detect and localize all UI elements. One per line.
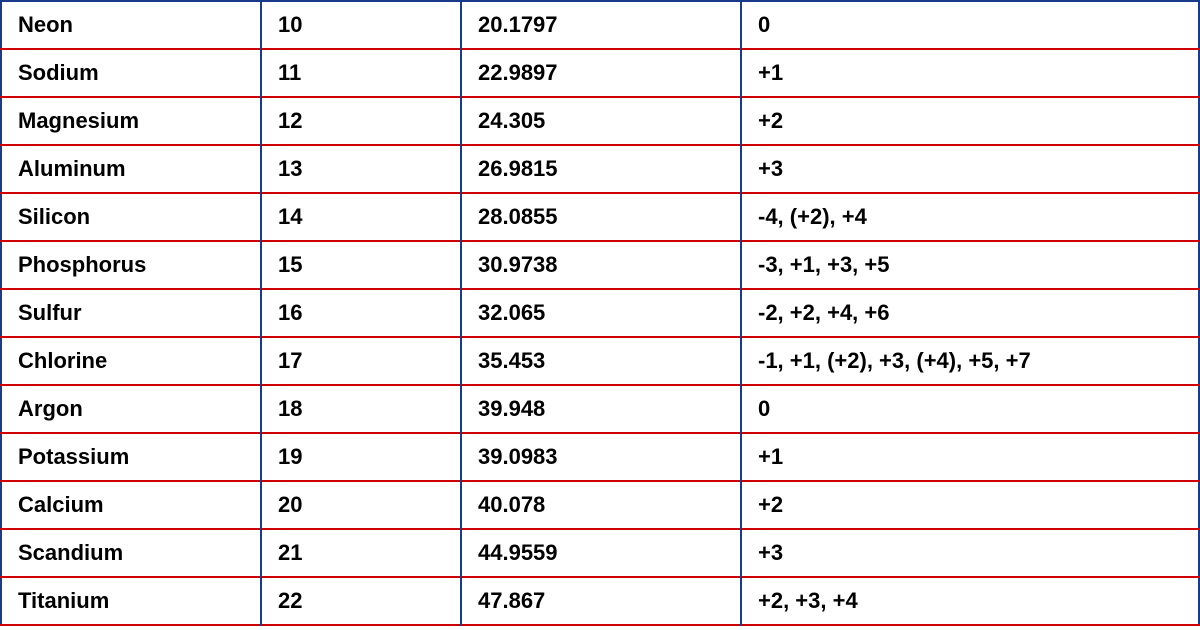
cell-name: Sodium (1, 49, 261, 97)
cell-number: 18 (261, 385, 461, 433)
periodic-table-container: Neon1020.17970Sodium1122.9897+1Magnesium… (0, 0, 1200, 630)
table-row: Sodium1122.9897+1 (1, 49, 1199, 97)
cell-number: 14 (261, 193, 461, 241)
cell-oxidation: +2, +3, +4 (741, 577, 1199, 625)
cell-number: 21 (261, 529, 461, 577)
cell-oxidation: 0 (741, 385, 1199, 433)
cell-number: 19 (261, 433, 461, 481)
elements-table: Neon1020.17970Sodium1122.9897+1Magnesium… (0, 0, 1200, 626)
cell-weight: 35.453 (461, 337, 741, 385)
cell-weight: 40.078 (461, 481, 741, 529)
cell-oxidation: +3 (741, 145, 1199, 193)
cell-oxidation: +2 (741, 481, 1199, 529)
cell-oxidation: -2, +2, +4, +6 (741, 289, 1199, 337)
cell-name: Magnesium (1, 97, 261, 145)
cell-name: Calcium (1, 481, 261, 529)
cell-oxidation: -1, +1, (+2), +3, (+4), +5, +7 (741, 337, 1199, 385)
cell-name: Scandium (1, 529, 261, 577)
cell-weight: 44.9559 (461, 529, 741, 577)
cell-number: 20 (261, 481, 461, 529)
cell-number: 16 (261, 289, 461, 337)
cell-name: Chlorine (1, 337, 261, 385)
table-row: Calcium2040.078+2 (1, 481, 1199, 529)
cell-oxidation: +1 (741, 49, 1199, 97)
cell-number: 13 (261, 145, 461, 193)
table-row: Potassium1939.0983+1 (1, 433, 1199, 481)
table-row: Silicon1428.0855-4, (+2), +4 (1, 193, 1199, 241)
cell-weight: 24.305 (461, 97, 741, 145)
cell-number: 22 (261, 577, 461, 625)
cell-weight: 28.0855 (461, 193, 741, 241)
cell-number: 15 (261, 241, 461, 289)
cell-name: Potassium (1, 433, 261, 481)
cell-oxidation: +2 (741, 97, 1199, 145)
cell-name: Aluminum (1, 145, 261, 193)
cell-weight: 32.065 (461, 289, 741, 337)
table-row: Scandium2144.9559+3 (1, 529, 1199, 577)
cell-name: Titanium (1, 577, 261, 625)
cell-name: Argon (1, 385, 261, 433)
table-row: Sulfur1632.065-2, +2, +4, +6 (1, 289, 1199, 337)
cell-oxidation: 0 (741, 1, 1199, 49)
cell-weight: 39.0983 (461, 433, 741, 481)
table-row: Phosphorus1530.9738-3, +1, +3, +5 (1, 241, 1199, 289)
cell-weight: 47.867 (461, 577, 741, 625)
cell-number: 10 (261, 1, 461, 49)
cell-weight: 20.1797 (461, 1, 741, 49)
table-row: Aluminum1326.9815+3 (1, 145, 1199, 193)
cell-name: Neon (1, 1, 261, 49)
cell-oxidation: -3, +1, +3, +5 (741, 241, 1199, 289)
cell-oxidation: -4, (+2), +4 (741, 193, 1199, 241)
cell-weight: 22.9897 (461, 49, 741, 97)
cell-name: Phosphorus (1, 241, 261, 289)
cell-weight: 39.948 (461, 385, 741, 433)
cell-oxidation: +3 (741, 529, 1199, 577)
cell-number: 12 (261, 97, 461, 145)
cell-name: Silicon (1, 193, 261, 241)
table-row: Titanium2247.867+2, +3, +4 (1, 577, 1199, 625)
table-row: Chlorine1735.453-1, +1, (+2), +3, (+4), … (1, 337, 1199, 385)
cell-weight: 26.9815 (461, 145, 741, 193)
cell-number: 11 (261, 49, 461, 97)
cell-number: 17 (261, 337, 461, 385)
table-row: Neon1020.17970 (1, 1, 1199, 49)
cell-name: Sulfur (1, 289, 261, 337)
cell-weight: 30.9738 (461, 241, 741, 289)
cell-oxidation: +1 (741, 433, 1199, 481)
table-row: Magnesium1224.305+2 (1, 97, 1199, 145)
table-row: Argon1839.9480 (1, 385, 1199, 433)
